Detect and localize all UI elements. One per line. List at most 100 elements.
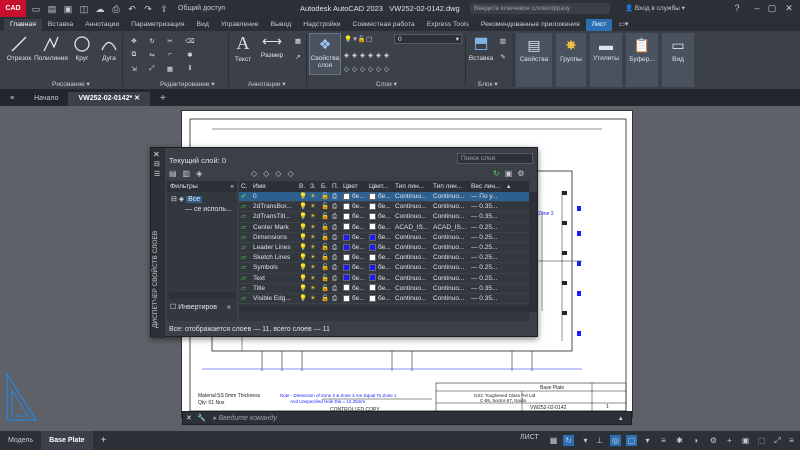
layer-table-scrollbar[interactable] [529, 192, 537, 312]
undo-icon[interactable]: ↶ [126, 3, 138, 15]
lock-icon[interactable]: 🔓 [319, 233, 330, 242]
layer-color[interactable]: бе... [341, 233, 367, 242]
layer-name[interactable]: Symbols [251, 263, 297, 272]
layer-lineweight[interactable]: — 0.35... [469, 294, 505, 303]
command-input[interactable]: ▸ Введите команду [213, 414, 277, 422]
layer-lineweight[interactable]: — 0.35... [469, 284, 505, 293]
col-color2[interactable]: Цвет... [367, 181, 393, 192]
save-as-icon[interactable]: ◫ [78, 3, 90, 15]
text-tool[interactable]: A Текст [232, 33, 254, 63]
layer-linetype[interactable]: Continuo... [393, 263, 431, 272]
sun-icon[interactable]: ☀ [308, 192, 319, 201]
tab-addins[interactable]: Надстройки [297, 19, 346, 31]
lock-icon[interactable]: 🔓 [319, 223, 330, 232]
leader-icon[interactable]: ↗ [292, 53, 304, 61]
palette-side-bar[interactable]: ✕ ⊟ ☰ ДИСПЕТЧЕР СВОЙСТВ СЛОЕВ [151, 148, 165, 338]
filter-used[interactable]: — се исполь... [167, 206, 237, 213]
layer-linetype-2[interactable]: Continuo... [431, 294, 469, 303]
sun-icon[interactable]: ☀ [308, 284, 319, 293]
col-plot[interactable]: П. [330, 181, 341, 192]
layer-color[interactable]: бе... [341, 274, 367, 283]
line-tool[interactable]: Отрезок [4, 35, 34, 62]
share-button[interactable]: Общий доступ [178, 5, 225, 12]
layer-row[interactable]: ▱ Symbols 💡 ☀ 🔓 ⎙ бе... бе... Continuo... Continu… [239, 263, 529, 274]
layer-color[interactable]: бе... [341, 192, 367, 201]
create-block-icon[interactable]: ▥ [497, 37, 509, 45]
layer-lineweight[interactable]: — 0.25... [469, 274, 505, 283]
palette-toolbar-mid[interactable]: ◇◇◇◇ [251, 169, 300, 178]
layer-lineweight[interactable]: — 0.35... [469, 202, 505, 211]
layer-row[interactable]: ▱ Center Mark 💡 ☀ 🔓 ⎙ бе... бе... ACAD_IS... ACAD… [239, 223, 529, 233]
layer-row[interactable]: ▱ 2dTransBor... 💡 ☀ 🔓 ⎙ бе... бе... Continuo... C… [239, 202, 529, 213]
offset-icon[interactable]: ⫴ [184, 65, 196, 73]
sun-icon[interactable]: ☀ [308, 212, 319, 221]
copy-icon[interactable]: ⧉ [128, 51, 140, 59]
hamburger-menu-icon[interactable]: ≡ [0, 92, 24, 106]
sun-icon[interactable]: ☀ [308, 263, 319, 272]
col-lineweight[interactable]: Вес лин... [469, 181, 505, 192]
bulb-icon[interactable]: 💡 [297, 192, 308, 201]
lock-icon[interactable]: 🔓 [319, 243, 330, 252]
layer-color-2[interactable]: бе... [367, 294, 393, 303]
command-line[interactable]: ✕ 🔧 ▸ Введите команду ▴ [182, 411, 632, 425]
layer-lineweight[interactable]: — По у... [469, 192, 505, 201]
bulb-icon[interactable]: 💡 [297, 284, 308, 293]
bulb-icon[interactable]: 💡 [297, 212, 308, 221]
printer-icon[interactable]: ⎙ [330, 263, 341, 272]
layer-linetype-2[interactable]: Continuo... [431, 202, 469, 211]
col-name[interactable]: Имя [251, 181, 297, 192]
utilities-button[interactable]: ▬ Утилиты [590, 33, 622, 87]
properties-icon[interactable]: ☰ [154, 170, 160, 178]
circle-tool[interactable]: Круг [70, 35, 94, 62]
layer-lineweight[interactable]: — 0.25... [469, 263, 505, 272]
sun-icon[interactable]: ☀ [308, 243, 319, 252]
layer-color-2[interactable]: бе... [367, 243, 393, 252]
layer-name[interactable]: 2dTransTitl... [251, 212, 297, 221]
printer-icon[interactable]: ⎙ [330, 274, 341, 283]
layer-color-2[interactable]: бе... [367, 212, 393, 221]
printer-icon[interactable]: ⎙ [330, 294, 341, 303]
grid-icon[interactable]: ▦ [548, 435, 559, 446]
osnap-icon[interactable]: ▢ [626, 435, 637, 446]
polar-icon[interactable]: ◎ [610, 435, 621, 446]
print-icon[interactable]: ⎙ [110, 3, 122, 15]
col-status[interactable]: С. [239, 181, 251, 192]
col-freeze[interactable]: З. [308, 181, 319, 192]
transparency-icon[interactable]: ◑ [690, 435, 701, 446]
command-history-icon[interactable]: ▴ [619, 414, 623, 422]
layer-linetype-2[interactable]: Continuo... [431, 233, 469, 242]
tab-start[interactable]: Начало [24, 92, 68, 106]
lock-icon[interactable]: 🔓 [319, 263, 330, 272]
chevron-down-icon[interactable]: ▾ [642, 435, 653, 446]
col-linetype[interactable]: Тип лин... [393, 181, 431, 192]
bulb-icon[interactable]: 💡 [297, 202, 308, 211]
tab-parametric[interactable]: Параметризация [125, 19, 190, 31]
hardware-accel-icon[interactable]: ⬚ [756, 435, 767, 446]
palette-toolbar-left[interactable]: ▤▥◈ [169, 169, 208, 178]
paper-space-toggle[interactable]: ЛИСТ [520, 434, 539, 441]
trim-icon[interactable]: ✂ [164, 37, 176, 45]
printer-icon[interactable]: ⎙ [330, 192, 341, 201]
layer-color-2[interactable]: бе... [367, 202, 393, 211]
tab-collaborate[interactable]: Совместная работа [347, 19, 421, 31]
layer-name[interactable]: 0 [251, 192, 297, 201]
printer-icon[interactable]: ⎙ [330, 284, 341, 293]
properties-button[interactable]: ▤ Свойства [516, 33, 552, 87]
tab-view[interactable]: Вид [191, 19, 215, 31]
folder-icon[interactable]: ▭ [30, 3, 42, 15]
lock-icon[interactable]: 🔓 [319, 284, 330, 293]
printer-icon[interactable]: ⎙ [330, 202, 341, 211]
scale-icon[interactable]: ⤢ [146, 65, 158, 73]
layer-name[interactable]: Visible Edg... [251, 294, 297, 303]
application-menu-button[interactable]: CAD [0, 0, 26, 17]
layer-name[interactable]: Title [251, 284, 297, 293]
layer-color[interactable]: бе... [341, 294, 367, 303]
sign-in-button[interactable]: 👤 Вход в службы ▾ [625, 4, 685, 12]
workspace-gear-icon[interactable]: ⚙ [708, 435, 719, 446]
layer-color-2[interactable]: бе... [367, 263, 393, 272]
polyline-tool[interactable]: Полилиния [34, 35, 68, 62]
panel-layers-label[interactable]: Слои ▾ [376, 80, 397, 88]
layer-linetype[interactable]: Continuo... [393, 294, 431, 303]
lock-icon[interactable]: 🔓 [319, 192, 330, 201]
layer-color[interactable]: бе... [341, 202, 367, 211]
